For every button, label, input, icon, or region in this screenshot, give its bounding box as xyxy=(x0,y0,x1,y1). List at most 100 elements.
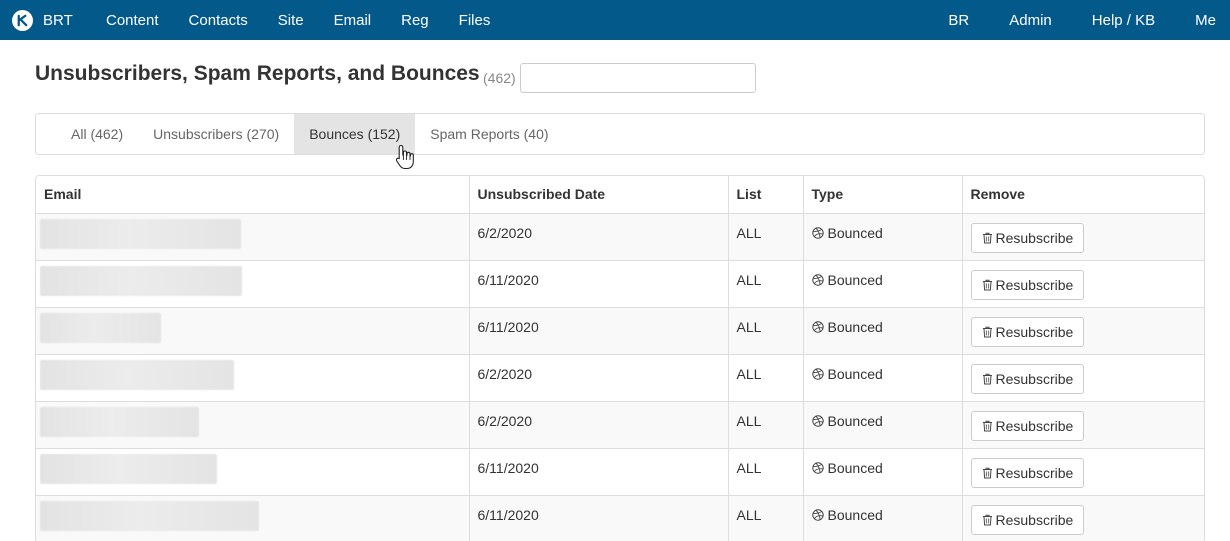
nav-item-files[interactable]: Files xyxy=(459,12,491,29)
date-cell: 6/11/2020 xyxy=(469,259,729,307)
nav-item-site[interactable]: Site xyxy=(278,12,304,29)
type-badge: Bounced xyxy=(811,224,954,241)
nav-item-admin[interactable]: Admin xyxy=(1009,12,1052,29)
brand-name: BRT xyxy=(43,11,73,29)
resubscribe-label: Resubscribe xyxy=(995,229,1074,246)
dribbble-ball-icon xyxy=(811,226,824,239)
trash-icon xyxy=(982,326,992,337)
redacted-email xyxy=(40,265,242,296)
type-badge: Bounced xyxy=(811,366,954,382)
nav-item-email[interactable]: Email xyxy=(334,12,372,29)
email-cell xyxy=(36,306,470,354)
nav-item-br[interactable]: BR xyxy=(948,12,969,29)
resubscribe-label: Resubscribe xyxy=(995,370,1074,387)
column-header-list[interactable]: List xyxy=(728,176,804,214)
resubscribe-button[interactable]: Resubscribe xyxy=(970,363,1085,394)
list-cell: ALL xyxy=(728,212,804,260)
email-cell xyxy=(36,400,470,448)
remove-cell: Resubscribe xyxy=(962,353,1204,401)
type-cell: Bounced xyxy=(803,447,963,495)
table-row: 6/11/2020 ALL Bounced Resubscribe xyxy=(36,494,1204,541)
type-badge: Bounced xyxy=(811,271,954,288)
table-row: 6/2/2020 ALL Bounced Resubscribe xyxy=(36,212,1204,260)
remove-cell: Resubscribe xyxy=(962,306,1204,354)
resubscribe-button[interactable]: Resubscribe xyxy=(970,504,1085,535)
hand-cursor-icon xyxy=(395,144,414,170)
redacted-email xyxy=(40,312,161,343)
type-badge: Bounced xyxy=(811,318,954,335)
redacted-email xyxy=(40,406,199,437)
date-cell: 6/2/2020 xyxy=(469,353,729,401)
resubscribe-button[interactable]: Resubscribe xyxy=(970,269,1085,300)
resubscribe-button[interactable]: Resubscribe xyxy=(970,222,1085,253)
dribbble-ball-icon xyxy=(811,273,824,286)
trash-icon xyxy=(982,373,992,384)
column-header-remove: Remove xyxy=(962,176,1204,214)
date-cell: 6/2/2020 xyxy=(469,400,729,448)
type-label: Bounced xyxy=(827,459,883,476)
nav-item-contacts[interactable]: Contacts xyxy=(189,12,248,29)
nav-item-content[interactable]: Content xyxy=(106,12,159,29)
resubscribe-button[interactable]: Resubscribe xyxy=(970,457,1085,488)
tab-all[interactable]: All (462) xyxy=(56,114,138,154)
resubscribe-label: Resubscribe xyxy=(995,464,1074,481)
email-cell xyxy=(36,353,470,401)
resubscribe-button[interactable]: Resubscribe xyxy=(970,316,1085,347)
list-cell: ALL xyxy=(728,259,804,307)
table-row: 6/2/2020 ALL Bounced Resubscribe xyxy=(36,353,1204,401)
brand-link[interactable]: BRT xyxy=(12,0,73,40)
type-badge: Bounced xyxy=(811,507,954,523)
dribbble-ball-icon xyxy=(811,461,824,474)
brt-logo-icon xyxy=(12,9,33,31)
column-header-email[interactable]: Email xyxy=(36,176,470,214)
type-badge: Bounced xyxy=(811,413,954,429)
filter-tabs: All (462) Unsubscribers (270) Bounces (1… xyxy=(35,113,1205,155)
nav-item-help-kb[interactable]: Help / KB xyxy=(1092,12,1155,29)
column-header-type[interactable]: Type xyxy=(803,176,963,214)
list-cell: ALL xyxy=(728,447,804,495)
date-cell: 6/11/2020 xyxy=(469,447,729,495)
redacted-email xyxy=(40,500,259,531)
subscribers-table: Email Unsubscribed Date List Type Remove… xyxy=(35,175,1205,541)
dribbble-ball-icon xyxy=(811,508,824,521)
search-input[interactable] xyxy=(520,63,756,93)
dribbble-ball-icon xyxy=(811,414,824,427)
trash-icon xyxy=(982,467,992,478)
resubscribe-button[interactable]: Resubscribe xyxy=(970,410,1085,441)
email-cell xyxy=(36,259,470,307)
type-label: Bounced xyxy=(827,318,883,335)
table-row: 6/11/2020 ALL Bounced Resubscribe xyxy=(36,259,1204,307)
page-title: Unsubscribers, Spam Reports, and Bounces xyxy=(35,62,480,85)
redacted-email xyxy=(40,218,241,249)
remove-cell: Resubscribe xyxy=(962,259,1204,307)
remove-cell: Resubscribe xyxy=(962,212,1204,260)
trash-icon xyxy=(982,514,992,525)
nav-item-reg[interactable]: Reg xyxy=(401,12,429,29)
nav-item-me[interactable]: Me xyxy=(1195,12,1216,29)
remove-cell: Resubscribe xyxy=(962,447,1204,495)
date-cell: 6/2/2020 xyxy=(469,212,729,260)
remove-cell: Resubscribe xyxy=(962,400,1204,448)
date-cell: 6/11/2020 xyxy=(469,494,729,541)
primary-nav: Content Contacts Site Email Reg Files xyxy=(106,0,520,40)
type-label: Bounced xyxy=(827,224,883,241)
secondary-nav: BR Admin Help / KB Me xyxy=(908,0,1216,40)
resubscribe-label: Resubscribe xyxy=(995,511,1074,528)
type-cell: Bounced xyxy=(803,400,963,448)
tab-unsubscribers[interactable]: Unsubscribers (270) xyxy=(138,114,294,154)
list-cell: ALL xyxy=(728,353,804,401)
resubscribe-label: Resubscribe xyxy=(995,323,1074,340)
trash-icon xyxy=(982,420,992,431)
redacted-email xyxy=(40,453,217,484)
tab-spam-reports[interactable]: Spam Reports (40) xyxy=(415,114,563,154)
table-row: 6/11/2020 ALL Bounced Resubscribe xyxy=(36,306,1204,354)
type-cell: Bounced xyxy=(803,494,963,541)
trash-icon xyxy=(982,232,992,243)
column-header-date[interactable]: Unsubscribed Date xyxy=(469,176,729,214)
type-cell: Bounced xyxy=(803,259,963,307)
type-label: Bounced xyxy=(827,271,883,288)
type-cell: Bounced xyxy=(803,353,963,401)
email-cell xyxy=(36,494,470,541)
type-cell: Bounced xyxy=(803,306,963,354)
top-navbar: BRT Content Contacts Site Email Reg File… xyxy=(0,0,1230,40)
